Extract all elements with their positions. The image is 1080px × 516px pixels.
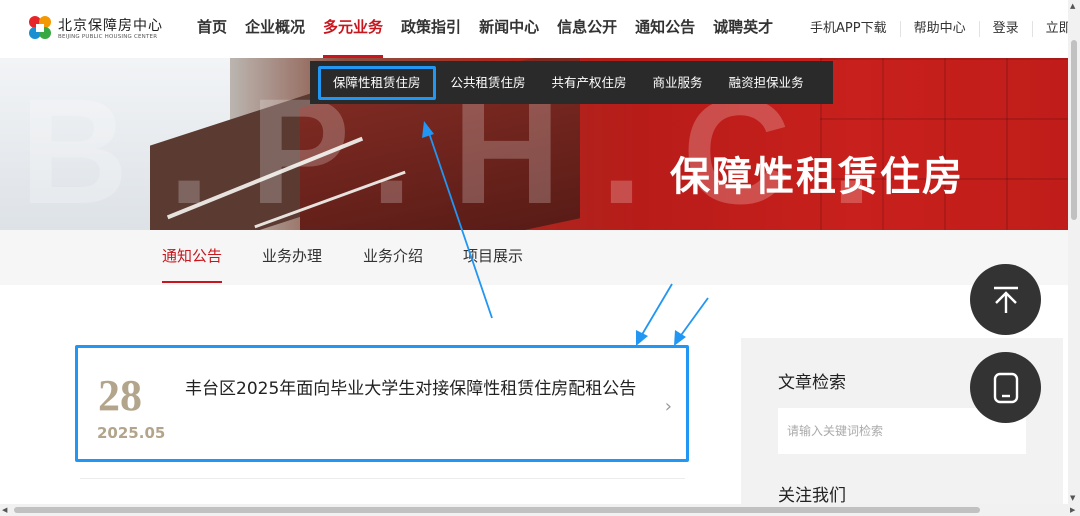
tab-services[interactable]: 业务办理 xyxy=(262,230,322,285)
section-tabs: 通知公告 业务办理 业务介绍 项目展示 xyxy=(0,230,1068,285)
follow-us-title: 关注我们 xyxy=(778,486,846,506)
vertical-scrollbar[interactable]: ▲ ▼ xyxy=(1068,0,1080,504)
nav-item-news[interactable]: 新闻中心 xyxy=(470,0,548,58)
notice-title[interactable]: 丰台区2025年面向毕业大学生对接保障性租赁住房配租公告 xyxy=(185,376,655,403)
tab-notices[interactable]: 通知公告 xyxy=(162,230,223,285)
submenu-item-affordable-rental[interactable]: 保障性租赁住房 xyxy=(318,65,436,100)
site-logo[interactable]: 北京保障房中心 BEIJING PUBLIC HOUSING CENTER xyxy=(26,14,162,44)
notice-year-month: 2025.05 xyxy=(97,424,166,442)
main-nav: 首页 企业概况 多元业务 政策指引 新闻中心 信息公开 通知公告 诚聘英才 xyxy=(188,0,782,58)
nav-item-careers[interactable]: 诚聘英才 xyxy=(704,0,782,58)
nav-item-overview[interactable]: 企业概况 xyxy=(236,0,314,58)
nav-item-business[interactable]: 多元业务 xyxy=(314,0,392,58)
arrow-up-icon xyxy=(993,286,1018,313)
nav-item-home[interactable]: 首页 xyxy=(188,0,236,58)
app-download-link[interactable]: 手机APP下载 xyxy=(800,21,900,37)
nav-item-notices[interactable]: 通知公告 xyxy=(626,0,704,58)
tablet-icon xyxy=(993,372,1018,403)
logo-title: 北京保障房中心 xyxy=(58,18,163,34)
submenu-item-guarantee[interactable]: 融资担保业务 xyxy=(716,67,817,99)
chevron-right-icon: › xyxy=(664,396,672,417)
annotation-arrow xyxy=(639,283,673,339)
article-search-title: 文章检索 xyxy=(778,373,846,393)
scroll-right-icon[interactable]: ▶ xyxy=(1070,506,1075,514)
horizontal-scroll-thumb[interactable] xyxy=(14,507,980,513)
submenu-item-public-rental[interactable]: 公共租赁住房 xyxy=(438,67,539,99)
banner-title: 保障性租赁住房 xyxy=(670,154,964,200)
help-center-link[interactable]: 帮助中心 xyxy=(899,21,979,37)
nav-item-policy[interactable]: 政策指引 xyxy=(392,0,470,58)
horizontal-scrollbar[interactable]: ◀ ▶ xyxy=(0,504,1080,516)
scroll-up-icon[interactable]: ▲ xyxy=(1070,2,1075,10)
login-link[interactable]: 登录 xyxy=(978,21,1032,37)
logo-icon xyxy=(29,16,51,39)
notice-day: 28 xyxy=(98,371,142,420)
list-divider xyxy=(80,478,685,479)
annotation-arrowhead xyxy=(636,330,648,346)
annotation-arrow xyxy=(678,297,709,339)
scroll-left-icon[interactable]: ◀ xyxy=(2,506,7,514)
back-to-top-button[interactable] xyxy=(970,264,1041,335)
tab-introduction[interactable]: 业务介绍 xyxy=(363,230,423,285)
submenu-item-commercial[interactable]: 商业服务 xyxy=(640,67,716,99)
site-header: 北京保障房中心 BEIJING PUBLIC HOUSING CENTER 首页… xyxy=(0,0,1080,58)
logo-subtitle: BEIJING PUBLIC HOUSING CENTER xyxy=(58,34,158,40)
top-links: 手机APP下载 帮助中心 登录 立即注 xyxy=(800,0,1080,58)
notice-item[interactable]: 28 2025.05 丰台区2025年面向毕业大学生对接保障性租赁住房配租公告 … xyxy=(75,345,689,462)
tab-projects[interactable]: 项目展示 xyxy=(463,230,523,285)
annotation-arrowhead xyxy=(674,330,686,346)
mobile-app-button[interactable] xyxy=(970,352,1041,423)
scroll-down-icon[interactable]: ▼ xyxy=(1070,494,1075,502)
nav-item-disclosure[interactable]: 信息公开 xyxy=(548,0,626,58)
business-submenu: 保障性租赁住房 公共租赁住房 共有产权住房 商业服务 融资担保业务 xyxy=(310,61,833,104)
vertical-scroll-thumb[interactable] xyxy=(1071,40,1077,220)
submenu-item-shared-ownership[interactable]: 共有产权住房 xyxy=(539,67,640,99)
